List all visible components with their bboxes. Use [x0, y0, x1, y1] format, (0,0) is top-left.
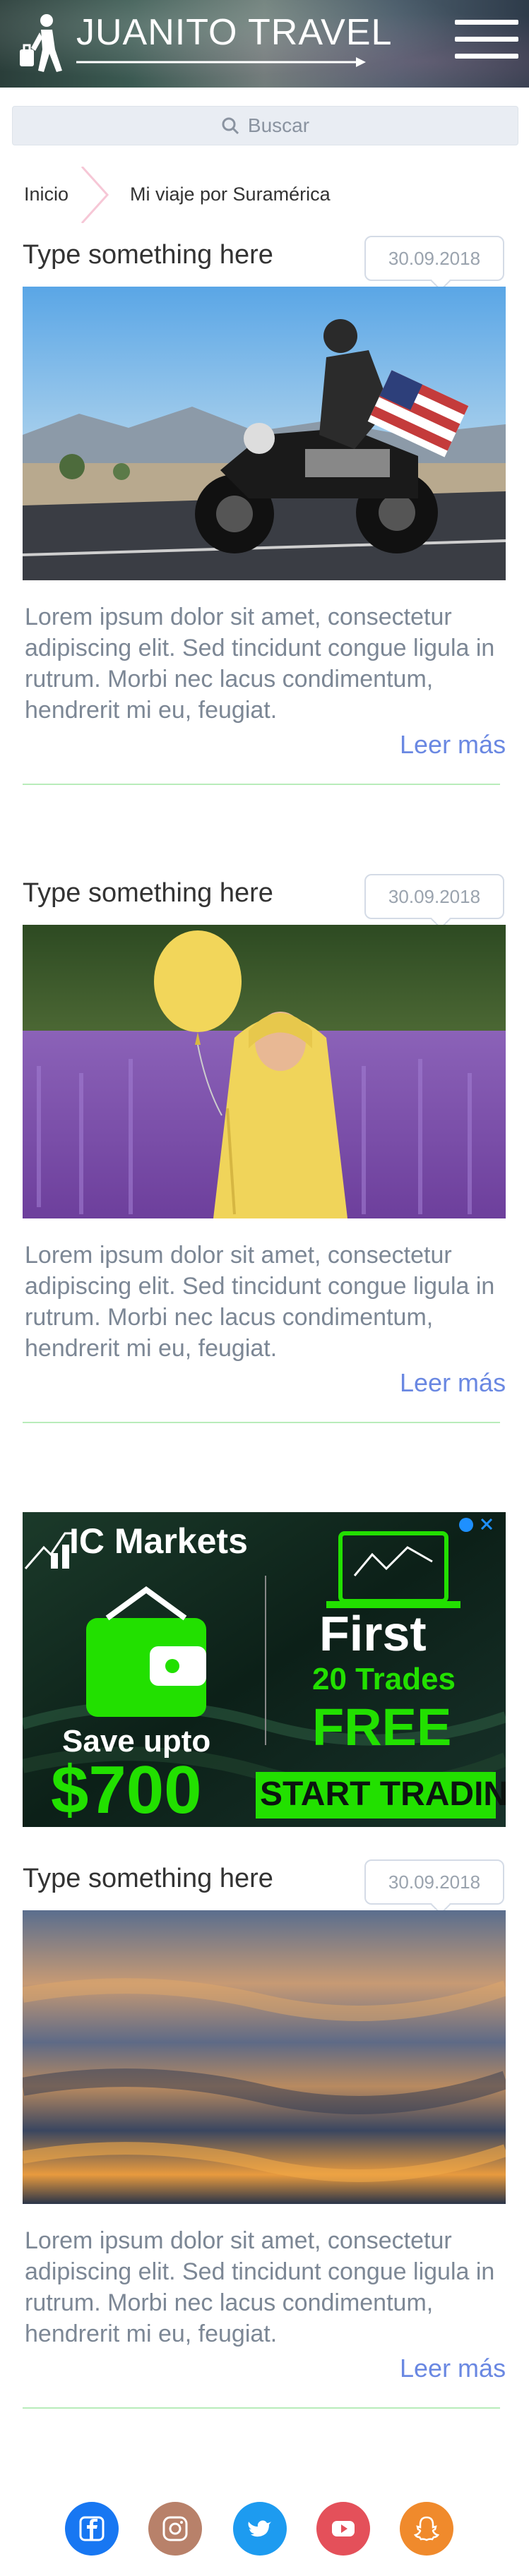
post-title[interactable]: Type something here	[23, 1864, 273, 1894]
post-title[interactable]: Type something here	[23, 878, 273, 909]
site-logo-text[interactable]: JUANITO TRAVEL	[76, 11, 392, 54]
post-title[interactable]: Type something here	[23, 240, 273, 270]
post-excerpt: Lorem ipsum dolor sit amet, consectetur …	[25, 604, 495, 724]
ad-subline: 20 Trades	[312, 1662, 456, 1696]
search-bar[interactable]: Buscar	[12, 106, 518, 145]
post-divider	[23, 2407, 500, 2409]
post-image-balloon[interactable]	[23, 925, 506, 1218]
read-more-link[interactable]: Leer más	[400, 2354, 506, 2383]
advertisement-banner[interactable]: IC Markets First 20 Trades FREE Save upt…	[23, 1512, 506, 1827]
ad-cta-button[interactable]: START TRADING	[260, 1775, 506, 1814]
twitter-icon[interactable]	[233, 2502, 287, 2556]
youtube-icon[interactable]	[316, 2502, 370, 2556]
social-links	[0, 2502, 529, 2558]
post-image-motorcycle[interactable]	[23, 287, 506, 580]
facebook-icon[interactable]	[65, 2502, 119, 2556]
post-excerpt: Lorem ipsum dolor sit amet, consectetur …	[25, 2227, 495, 2347]
post-date: 30.09.2018	[364, 874, 504, 919]
hamburger-menu-icon[interactable]	[455, 20, 518, 62]
breadcrumb-current[interactable]: Mi viaje por Suramérica	[130, 184, 331, 205]
search-placeholder: Buscar	[247, 114, 310, 136]
breadcrumb: Inicio Mi viaje por Suramérica	[0, 167, 529, 223]
breadcrumb-home[interactable]: Inicio	[24, 184, 69, 205]
breadcrumb-separator-icon	[81, 167, 109, 223]
arrow-line-icon	[76, 57, 366, 67]
post-excerpt: Lorem ipsum dolor sit amet, consectetur …	[25, 1242, 495, 1362]
ad-free: FREE	[312, 1698, 452, 1756]
snapchat-icon[interactable]	[400, 2502, 453, 2556]
post-date: 30.09.2018	[364, 1859, 504, 1905]
search-icon	[222, 117, 239, 135]
ad-headline: First	[319, 1606, 427, 1661]
read-more-link[interactable]: Leer más	[400, 730, 506, 760]
instagram-icon[interactable]	[148, 2502, 202, 2556]
read-more-link[interactable]: Leer más	[400, 1368, 506, 1398]
ad-amount: $700	[51, 1752, 202, 1827]
post-date: 30.09.2018	[364, 236, 504, 281]
post-divider	[23, 1422, 500, 1423]
ad-brand: IC Markets	[69, 1521, 248, 1561]
traveler-icon	[20, 14, 62, 72]
post-divider	[23, 784, 500, 785]
site-header: JUANITO TRAVEL	[0, 0, 529, 88]
post-image-sunset[interactable]	[23, 1910, 506, 2204]
